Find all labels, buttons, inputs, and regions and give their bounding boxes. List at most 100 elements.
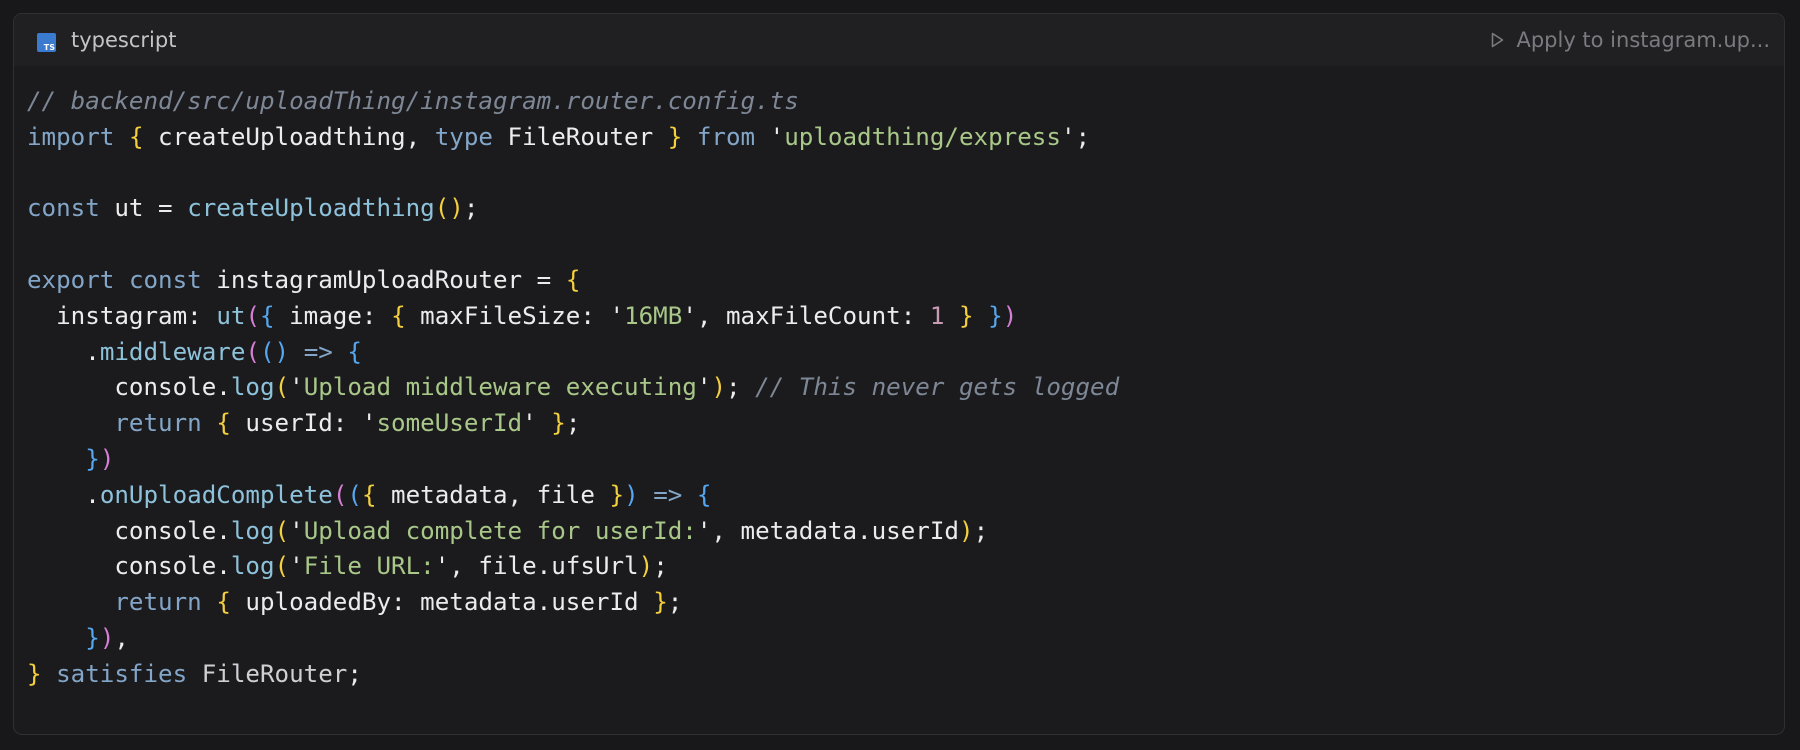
code-line: console.log('File URL:', file.ufsUrl); — [27, 549, 1119, 585]
code-token-keyword: => — [303, 337, 333, 366]
code-token-b1: ( — [274, 516, 290, 545]
code-token-b2: ( — [332, 480, 348, 509]
code-token-plain: instagramUploadRouter = — [201, 265, 566, 294]
code-token-string: 16MB — [624, 301, 683, 330]
code-token-plain: . — [27, 480, 100, 509]
code-token-b3: ) — [624, 480, 639, 509]
code-token-string: Upload complete for userId: — [303, 516, 697, 545]
code-block-header: TS typescript Apply to instagram.up... — [14, 14, 1784, 66]
code-token-b2: ) — [1002, 301, 1018, 330]
code-token-plain: ' — [522, 409, 552, 438]
code-token-plain: ; — [973, 516, 989, 545]
code-token-b1: { — [361, 480, 377, 509]
apply-button-label: Apply to instagram.up... — [1516, 28, 1770, 52]
code-token-plain: console. — [27, 373, 231, 402]
code-token-plain: instagram: — [27, 301, 217, 330]
code-line: } satisfies FileRouter; — [27, 657, 1119, 693]
code-token-func: middleware — [99, 337, 246, 366]
code-token-type: FileRouter — [201, 659, 348, 688]
code-token-plain: FileRouter — [493, 122, 668, 151]
code-token-b1: ( — [274, 373, 290, 402]
code-token-func: createUploadthing — [187, 194, 435, 223]
code-token-b2: ) — [99, 623, 115, 652]
code-token-b3: () — [260, 337, 290, 366]
code-token-func: log — [230, 373, 275, 402]
code-token-b1: ) — [711, 373, 726, 402]
code-token-plain: maxFileSize: ' — [405, 301, 625, 330]
code-token-string: Upload middleware executing — [303, 373, 697, 402]
code-token-b1: ) — [959, 516, 974, 545]
code-token-plain: ; — [565, 409, 581, 438]
apply-button[interactable]: Apply to instagram.up... — [1491, 28, 1770, 52]
code-token-plain: '; — [1060, 122, 1091, 151]
typescript-icon-badge: TS — [43, 43, 55, 52]
code-token-string: File URL: — [303, 552, 435, 581]
code-token-plain: ' — [755, 122, 785, 151]
code-line: .onUploadComplete(({ metadata, file }) =… — [27, 478, 1119, 514]
code-line: export const instagramUploadRouter = { — [27, 263, 1119, 299]
code-token-b1: { — [216, 588, 231, 617]
code-token-b1: ( — [274, 552, 290, 581]
code-token-b3: { — [696, 480, 712, 509]
play-icon — [1491, 32, 1504, 48]
code-token-string: someUserId — [376, 409, 523, 438]
code-token-b1: } — [27, 659, 42, 688]
code-token-func: log — [230, 552, 275, 581]
code-token-comment: // backend/src/uploadThing/instagram.rou… — [27, 87, 799, 115]
code-token-plain: ; — [347, 659, 362, 688]
code-token-plain: ', maxFileCount: — [682, 301, 930, 330]
code-line: instagram: ut({ image: { maxFileSize: '1… — [27, 299, 1119, 335]
code-token-keyword: const — [27, 194, 100, 223]
code-line: .middleware(() => { — [27, 335, 1119, 371]
code-token-b2: ( — [245, 337, 260, 366]
code-token-plain: ; — [463, 194, 479, 223]
code-token-b1: } — [653, 588, 668, 617]
code-token-b1: } — [667, 122, 683, 151]
code-token-plain: console. — [27, 552, 231, 581]
code-line: // backend/src/uploadThing/instagram.rou… — [27, 84, 1119, 120]
code-token-plain: . — [27, 337, 100, 366]
code-token-plain: image: — [274, 301, 392, 330]
code-token-keyword: satisfies — [56, 659, 188, 688]
code-line: console.log('Upload middleware executing… — [27, 370, 1119, 406]
code-content[interactable]: // backend/src/uploadThing/instagram.rou… — [27, 84, 1119, 693]
code-token-keyword: return — [114, 588, 202, 617]
code-token-plain: ; — [653, 552, 668, 581]
code-token-b1: { — [391, 301, 406, 330]
code-block: TS typescript Apply to instagram.up... /… — [13, 13, 1785, 735]
code-line: return { uploadedBy: metadata.userId }; — [27, 585, 1119, 621]
code-token-plain: uploadedBy: metadata.userId — [230, 588, 654, 617]
code-token-comment: // This never gets logged — [755, 373, 1120, 402]
code-token-b2: ) — [99, 444, 115, 473]
code-token-plain: ' — [696, 373, 712, 402]
code-token-b3: } — [988, 301, 1003, 330]
code-token-keyword: export — [27, 265, 115, 294]
code-token-b3: } — [85, 623, 100, 652]
code-token-plain: ut = — [99, 194, 188, 223]
code-line: console.log('Upload complete for userId:… — [27, 514, 1119, 550]
code-token-plain: ', file.ufsUrl — [434, 552, 639, 581]
code-token-keyword: return — [114, 409, 202, 438]
code-line: import { createUploadthing, type FileRou… — [27, 120, 1119, 156]
code-token-b1: ) — [638, 552, 654, 581]
code-token-b1: } — [609, 480, 625, 509]
code-token-b3: { — [347, 337, 362, 366]
code-token-plain: userId: ' — [230, 409, 377, 438]
language-label: typescript — [71, 28, 177, 52]
code-token-plain: ' — [289, 373, 304, 402]
code-token-plain: ; — [726, 373, 756, 402]
